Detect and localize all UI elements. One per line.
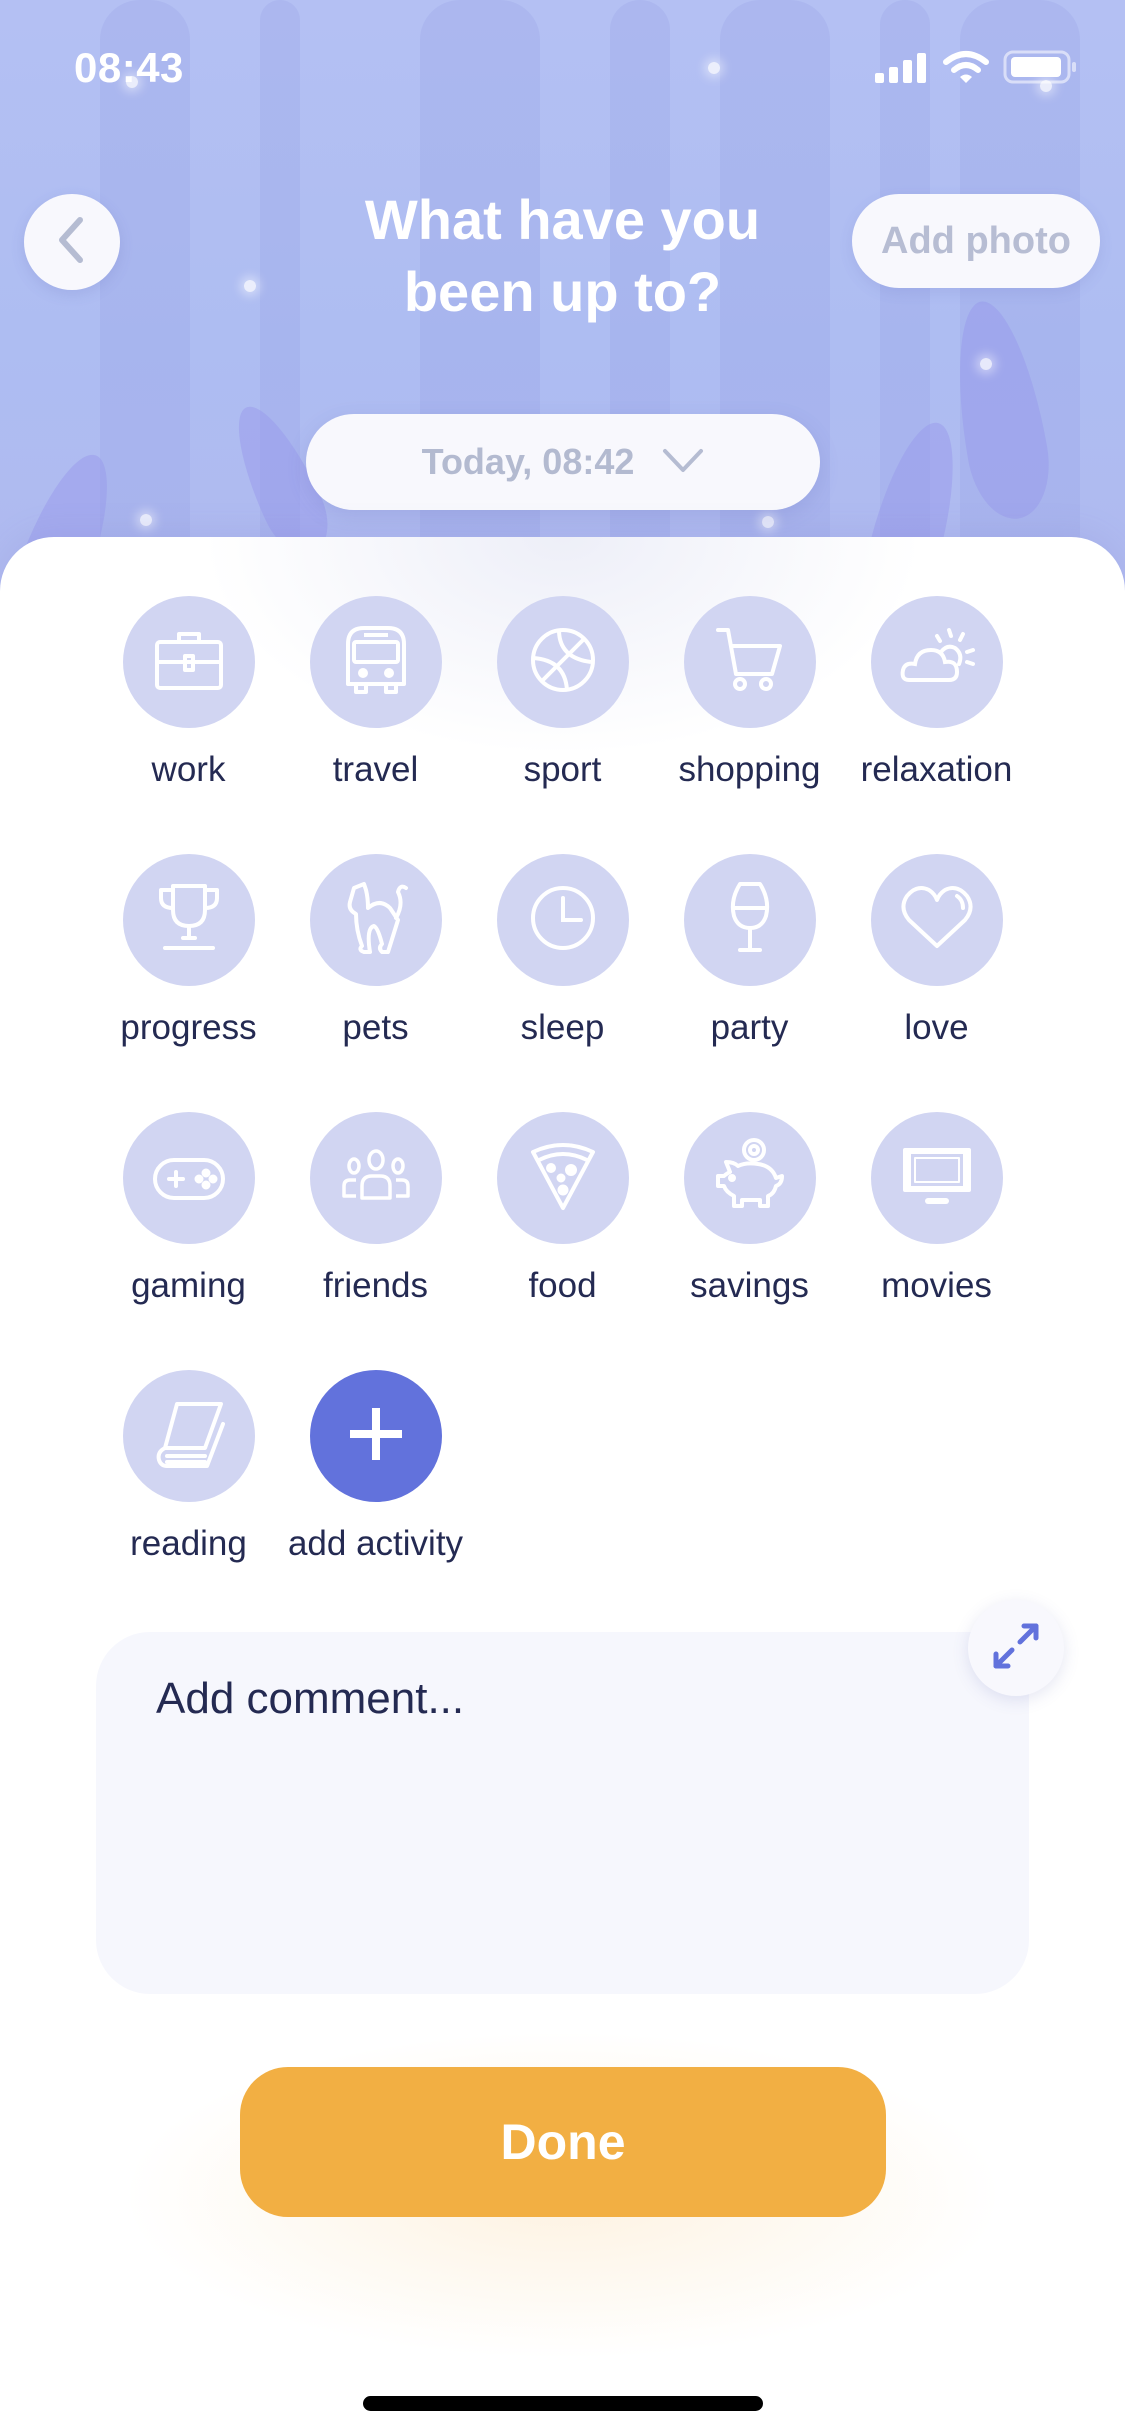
pizza-icon — [525, 1138, 601, 1219]
people-icon — [336, 1138, 416, 1219]
sun-cloud-icon — [897, 622, 977, 703]
activity-grid: work travel sport shopping relaxation pr… — [95, 596, 1030, 1628]
activity-shopping[interactable]: shopping — [656, 596, 843, 854]
title-line-1: What have you — [364, 188, 761, 251]
date-value: Today, 08:42 — [421, 441, 635, 482]
comment-input[interactable]: Add comment... — [96, 1632, 1029, 1994]
activity-reading[interactable]: reading — [95, 1370, 282, 1628]
chevron-left-icon — [52, 215, 92, 270]
bus-icon — [338, 622, 414, 703]
activity-label: travel — [332, 750, 419, 789]
basketball-icon — [525, 622, 601, 703]
activity-label: savings — [690, 1266, 809, 1305]
activity-relaxation[interactable]: relaxation — [843, 596, 1030, 854]
expand-icon — [990, 1620, 1042, 1677]
activity-label: party — [710, 1008, 789, 1047]
activity-label: add activity — [287, 1524, 464, 1563]
activity-label: friends — [322, 1266, 429, 1305]
activity-label: food — [528, 1266, 597, 1305]
title-line-2: been up to? — [403, 260, 722, 323]
heart-icon — [897, 880, 977, 961]
cat-icon — [338, 878, 414, 963]
activity-sleep[interactable]: sleep — [469, 854, 656, 1112]
signal-icon — [875, 51, 929, 88]
add-photo-button[interactable]: Add photo — [852, 194, 1100, 288]
comment-placeholder: Add comment... — [156, 1674, 465, 1723]
activity-progress[interactable]: progress — [95, 854, 282, 1112]
activity-label: sport — [523, 750, 602, 789]
activity-label: progress — [120, 1008, 257, 1047]
activity-savings[interactable]: savings — [656, 1112, 843, 1370]
briefcase-icon — [151, 622, 227, 703]
activity-label: movies — [881, 1266, 992, 1305]
activity-label: work — [151, 750, 226, 789]
wine-glass-icon — [712, 880, 788, 961]
activity-label: sleep — [520, 1008, 605, 1047]
activity-label: relaxation — [860, 750, 1013, 789]
activity-label: pets — [342, 1008, 409, 1047]
activity-travel[interactable]: travel — [282, 596, 469, 854]
chevron-down-icon — [662, 441, 704, 483]
activity-label: reading — [130, 1524, 247, 1563]
clock-icon — [525, 880, 601, 961]
activity-work[interactable]: work — [95, 596, 282, 854]
activity-gaming[interactable]: gaming — [95, 1112, 282, 1370]
gamepad-icon — [149, 1138, 229, 1219]
done-button[interactable]: Done — [240, 2067, 886, 2217]
activity-party[interactable]: party — [656, 854, 843, 1112]
activity-sport[interactable]: sport — [469, 596, 656, 854]
activity-label: shopping — [678, 750, 821, 789]
cart-icon — [712, 622, 788, 703]
battery-icon — [1003, 50, 1077, 89]
wifi-icon — [943, 50, 989, 89]
home-indicator — [363, 2396, 763, 2411]
add-activity-button[interactable]: add activity — [282, 1370, 469, 1628]
plus-icon — [346, 1404, 406, 1469]
activity-label: gaming — [131, 1266, 246, 1305]
trophy-icon — [151, 880, 227, 961]
page-title: What have you been up to? — [300, 184, 825, 328]
piggy-bank-icon — [710, 1136, 790, 1221]
book-icon — [151, 1396, 227, 1477]
tv-icon — [897, 1138, 977, 1219]
activity-love[interactable]: love — [843, 854, 1030, 1112]
activity-pets[interactable]: pets — [282, 854, 469, 1112]
status-time: 08:43 — [74, 44, 184, 91]
activity-friends[interactable]: friends — [282, 1112, 469, 1370]
activity-label: love — [904, 1008, 969, 1047]
date-selector[interactable]: Today, 08:42 — [306, 414, 820, 510]
expand-comment-button[interactable] — [968, 1600, 1064, 1696]
activity-movies[interactable]: movies — [843, 1112, 1030, 1370]
activity-food[interactable]: food — [469, 1112, 656, 1370]
status-icons — [875, 50, 1077, 89]
back-button[interactable] — [24, 194, 120, 290]
